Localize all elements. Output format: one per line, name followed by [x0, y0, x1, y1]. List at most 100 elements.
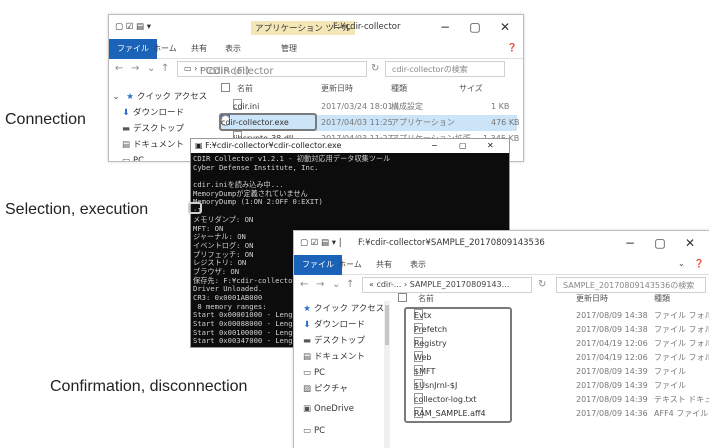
picture-icon: ▨ — [302, 384, 312, 394]
forward-icon[interactable]: → — [131, 63, 139, 74]
file-type: ファイル フォルダー — [654, 325, 709, 334]
file-type: ファイル フォルダー — [654, 311, 709, 320]
file-date: 2017/08/09 14:38 — [576, 325, 648, 334]
caption-connection: Connection — [5, 111, 86, 128]
navigation-pane: ★ クイック アクセス ⬇ ダウンロード ▬ デスクトップ ▤ ドキュメント ▭ PC ▨… — [300, 301, 386, 448]
nav-desktop[interactable]: ▬ デスクトップ — [300, 333, 365, 349]
document-icon: ▤ — [302, 352, 312, 362]
forward-icon[interactable]: → — [316, 279, 324, 290]
file-date: 2017/04/19 12:06 — [576, 353, 648, 362]
console-title: F:¥cdir-collector¥cdir-collector.exe — [205, 141, 342, 150]
column-type[interactable]: 種類 — [391, 83, 407, 94]
up-icon[interactable]: ↑ — [161, 63, 169, 74]
ribbon-tabs: ファイル ホーム 共有 表示 管理 ❓ — [109, 39, 523, 59]
ribbon-tab-share[interactable]: 共有 — [191, 43, 207, 54]
select-all-checkbox[interactable] — [221, 83, 230, 92]
column-date[interactable]: 更新日時 — [576, 293, 608, 304]
column-size[interactable]: サイズ — [459, 83, 483, 94]
title-bar: ▢ ☑ ▤ ▾ アプリケーション ツール F:¥cdir-collector −… — [109, 15, 523, 39]
maximize-icon[interactable]: ▢ — [459, 139, 467, 153]
ribbon-tab-share[interactable]: 共有 — [376, 259, 392, 270]
document-icon: ▤ — [121, 140, 131, 150]
close-icon[interactable]: ✕ — [487, 17, 523, 37]
caption-confirmation: Confirmation, disconnection — [50, 378, 248, 395]
console-title-bar: ▣ F:¥cdir-collector¥cdir-collector.exe −… — [191, 139, 509, 153]
desktop-icon: ▬ — [121, 124, 131, 134]
search-input[interactable]: SAMPLE_20170809143536の検索 — [556, 277, 706, 293]
back-icon[interactable]: ← — [115, 63, 123, 74]
address-bar[interactable]: « cdir-... › SAMPLE_20170809143... — [362, 277, 532, 293]
console-line: MemoryDump (1:ON 2:OFF 0:EXIT) — [193, 197, 323, 207]
highlight-box-output — [404, 307, 512, 423]
pc-icon: ▭ — [302, 368, 312, 378]
back-icon[interactable]: ← — [300, 279, 308, 290]
file-type: ファイル フォルダー — [654, 339, 709, 348]
download-icon: ⬇ — [122, 108, 130, 118]
column-name[interactable]: 名前 — [418, 293, 434, 304]
file-date: 2017/08/09 14:39 — [576, 395, 648, 404]
address-bar-row: ← → ⌄ ↑ « cdir-... › SAMPLE_20170809143.… — [294, 275, 709, 295]
column-headers: 名前 更新日時 種類 サイズ — [221, 83, 521, 97]
ribbon-tab-view[interactable]: 表示 — [410, 259, 426, 270]
nav-pc-2[interactable]: ▭ PC — [300, 423, 325, 439]
nav-pc[interactable]: ▭ PC — [300, 365, 325, 381]
select-all-checkbox[interactable] — [398, 293, 407, 302]
nav-pictures[interactable]: ▨ ピクチャ — [300, 381, 348, 397]
nav-documents[interactable]: ▤ ドキュメント — [300, 349, 365, 365]
help-icon[interactable]: ❓ — [507, 43, 517, 52]
desktop-icon: ▬ — [302, 336, 312, 346]
pc-icon: ▭ — [302, 426, 312, 436]
chevron-down-icon: ⌄ — [112, 92, 120, 102]
caption-selection: Selection, execution — [5, 201, 149, 218]
window-title: F:¥cdir-collector — [333, 22, 401, 32]
ribbon-tab-file[interactable]: ファイル — [109, 39, 157, 59]
close-icon[interactable]: ✕ — [487, 139, 494, 153]
pc-icon: ▭ — [121, 156, 131, 162]
nav-pc[interactable]: ▭ PC — [119, 153, 144, 162]
window-title: F:¥cdir-collector¥SAMPLE_20170809143536 — [358, 238, 545, 248]
chevron-down-icon[interactable]: ⌄ — [678, 259, 685, 268]
quick-access-toolbar[interactable]: ▢ ☑ ▤ ▾ — [115, 22, 151, 32]
minimize-icon[interactable]: − — [431, 139, 438, 153]
title-bar: ▢ ☑ ▤ ▾ | F:¥cdir-collector¥SAMPLE_20170… — [294, 231, 709, 255]
column-type[interactable]: 種類 — [654, 293, 670, 304]
column-name[interactable]: 名前 — [237, 83, 253, 94]
console-line: メモリダンプ: ON — [193, 214, 254, 224]
file-date: 2017/04/19 12:06 — [576, 339, 648, 348]
breadcrumb-folder[interactable]: cdir-collector — [209, 66, 274, 76]
download-icon: ⬇ — [303, 320, 311, 330]
column-date[interactable]: 更新日時 — [321, 83, 353, 94]
file-type: テキスト ドキュメント — [654, 395, 709, 404]
nav-quick-access[interactable]: ⌄ ★ クイック アクセス — [109, 89, 207, 105]
quick-access-toolbar[interactable]: ▢ ☑ ▤ ▾ | — [300, 238, 342, 248]
address-bar-row: ← → ⌄ ↑ ▭ › PC › CDIR (F:) › cdir-collec… — [109, 59, 523, 79]
nav-downloads[interactable]: ⬇ ダウンロード — [119, 105, 184, 121]
ribbon-tab-home[interactable]: ホーム — [153, 43, 177, 54]
chevron-down-icon[interactable]: ⌄ — [332, 279, 340, 290]
nav-quick-access[interactable]: ★ クイック アクセス — [300, 301, 384, 317]
nav-desktop[interactable]: ▬ デスクトップ — [119, 121, 184, 137]
file-type: ファイル フォルダー — [654, 353, 709, 362]
file-type: ファイル — [654, 367, 686, 376]
close-icon[interactable]: ✕ — [672, 233, 708, 253]
ribbon-tab-manage[interactable]: 管理 — [281, 43, 297, 54]
up-icon[interactable]: ↑ — [346, 279, 354, 290]
help-icon[interactable]: ❓ — [694, 259, 704, 268]
file-date: 2017/08/09 14:39 — [576, 381, 648, 390]
nav-documents[interactable]: ▤ ドキュメント — [119, 137, 184, 153]
ribbon-tab-view[interactable]: 表示 — [225, 43, 241, 54]
nav-onedrive[interactable]: ▣ OneDrive — [300, 401, 354, 417]
address-bar[interactable]: ▭ › PC › CDIR (F:) › cdir-collector — [177, 61, 367, 77]
search-input[interactable]: cdir-collectorの検索 — [385, 61, 505, 77]
file-type: AFF4 ファイル — [654, 409, 709, 418]
highlight-box-input — [188, 202, 202, 214]
nav-scrollbar[interactable] — [384, 301, 390, 448]
refresh-icon[interactable]: ↻ — [538, 279, 546, 290]
column-headers: 名前 更新日時 種類 — [398, 293, 708, 307]
ribbon-tab-file[interactable]: ファイル — [294, 255, 342, 275]
star-icon: ★ — [126, 92, 134, 102]
nav-downloads[interactable]: ⬇ ダウンロード — [300, 317, 365, 333]
chevron-down-icon[interactable]: ⌄ — [147, 63, 155, 74]
ribbon-tab-home[interactable]: ホーム — [338, 259, 362, 270]
refresh-icon[interactable]: ↻ — [371, 63, 379, 74]
